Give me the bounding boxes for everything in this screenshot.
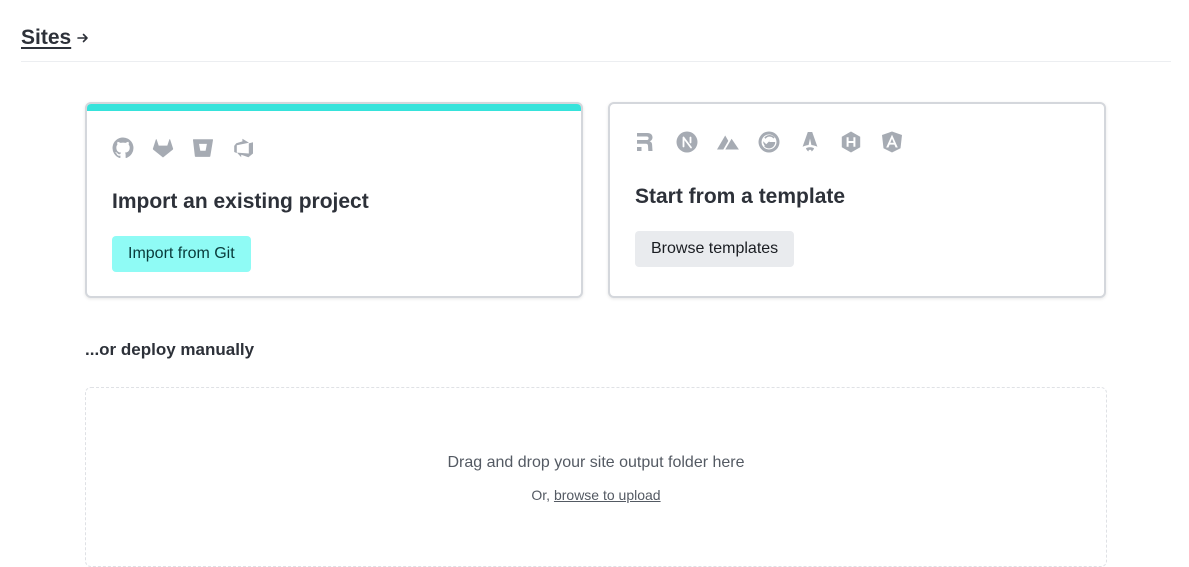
dropzone-browse-line: Or, browse to upload	[86, 487, 1106, 503]
browse-to-upload-link[interactable]: browse to upload	[554, 487, 661, 503]
nuxt-icon	[716, 130, 740, 154]
breadcrumb-sites-link[interactable]: Sites	[21, 24, 71, 52]
gitlab-icon	[151, 136, 175, 160]
bitbucket-icon	[191, 136, 215, 160]
remix-icon	[634, 130, 658, 154]
card-accent-bar	[87, 104, 581, 111]
template-card-title: Start from a template	[635, 185, 846, 208]
hugo-icon	[839, 130, 863, 154]
arrow-right-icon	[76, 28, 90, 48]
azure-devops-icon	[231, 136, 255, 160]
angular-icon	[880, 130, 904, 154]
framework-icons	[634, 130, 904, 154]
github-icon	[111, 136, 135, 160]
dropzone-or-label: Or,	[531, 487, 551, 503]
browse-templates-button[interactable]: Browse templates	[635, 231, 795, 267]
gatsby-icon	[757, 130, 781, 154]
astro-icon	[798, 130, 822, 154]
dropzone-instruction: Drag and drop your site output folder he…	[447, 454, 745, 471]
import-card-title: Import an existing project	[112, 190, 369, 213]
import-project-card: Import an existing project Import from G…	[85, 102, 583, 298]
deploy-dropzone[interactable]: Drag and drop your site output folder he…	[85, 387, 1107, 567]
import-from-git-button[interactable]: Import from Git	[112, 236, 251, 272]
nextjs-icon	[675, 130, 699, 154]
manual-deploy-heading: ...or deploy manually	[85, 340, 255, 359]
git-provider-icons	[111, 136, 255, 160]
page-header: Sites	[21, 24, 1171, 62]
template-card: Start from a template Browse templates	[608, 102, 1106, 298]
